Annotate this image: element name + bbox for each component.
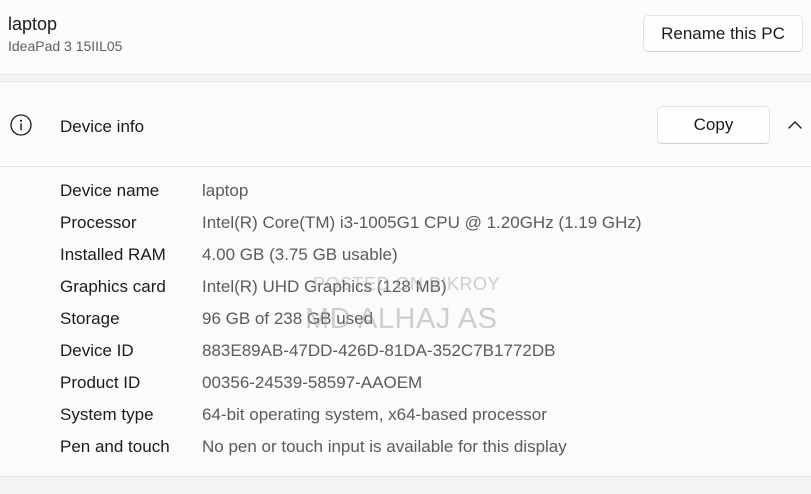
spec-value: No pen or touch input is available for t…: [202, 437, 567, 456]
spec-row-graphics-card: Graphics card Intel(R) UHD Graphics (128…: [0, 277, 811, 309]
spec-value: Intel(R) Core(TM) i3-1005G1 CPU @ 1.20GH…: [202, 213, 642, 232]
spec-label: Processor: [60, 213, 137, 232]
spec-row-device-name: Device name laptop: [0, 181, 811, 213]
spec-label: System type: [60, 405, 154, 424]
spec-value: 4.00 GB (3.75 GB usable): [202, 245, 398, 264]
pc-model: IdeaPad 3 15IIL05: [8, 38, 123, 54]
spec-label: Graphics card: [60, 277, 166, 296]
chevron-up-icon[interactable]: [784, 114, 806, 136]
spec-value: 96 GB of 238 GB used: [202, 309, 374, 328]
pc-name-card: laptop IdeaPad 3 15IIL05 Rename this PC: [0, 0, 811, 75]
spec-row-product-id: Product ID 00356-24539-58597-AAOEM: [0, 373, 811, 405]
spec-row-device-id: Device ID 883E89AB-47DD-426D-81DA-352C7B…: [0, 341, 811, 373]
spec-label: Pen and touch: [60, 437, 170, 456]
spec-label: Device ID: [60, 341, 134, 360]
spec-row-pen-and-touch: Pen and touch No pen or touch input is a…: [0, 437, 811, 469]
spec-label: Product ID: [60, 373, 141, 392]
spec-value: 00356-24539-58597-AAOEM: [202, 373, 423, 392]
pc-name: laptop: [8, 14, 58, 34]
spec-row-installed-ram: Installed RAM 4.00 GB (3.75 GB usable): [0, 245, 811, 277]
bottom-strip: [0, 476, 811, 494]
spec-value: 64-bit operating system, x64-based proce…: [202, 405, 547, 424]
spec-value: laptop: [202, 181, 249, 200]
spec-label: Storage: [60, 309, 120, 328]
spec-row-processor: Processor Intel(R) Core(TM) i3-1005G1 CP…: [0, 213, 811, 245]
copy-button[interactable]: Copy: [657, 106, 770, 144]
spec-value: Intel(R) UHD Graphics (128 MB): [202, 277, 447, 296]
device-info-header[interactable]: Device info Copy: [0, 82, 811, 167]
device-info-card: Device info Copy Device name laptop Proc…: [0, 81, 811, 477]
spec-label: Device name: [60, 181, 160, 200]
spec-value: 883E89AB-47DD-426D-81DA-352C7B1772DB: [202, 341, 556, 360]
rename-pc-button[interactable]: Rename this PC: [643, 15, 803, 52]
device-info-title: Device info: [60, 117, 145, 136]
spec-row-system-type: System type 64-bit operating system, x64…: [0, 405, 811, 437]
info-icon: [10, 114, 32, 136]
spec-row-storage: Storage 96 GB of 238 GB used: [0, 309, 811, 341]
spec-label: Installed RAM: [60, 245, 166, 264]
